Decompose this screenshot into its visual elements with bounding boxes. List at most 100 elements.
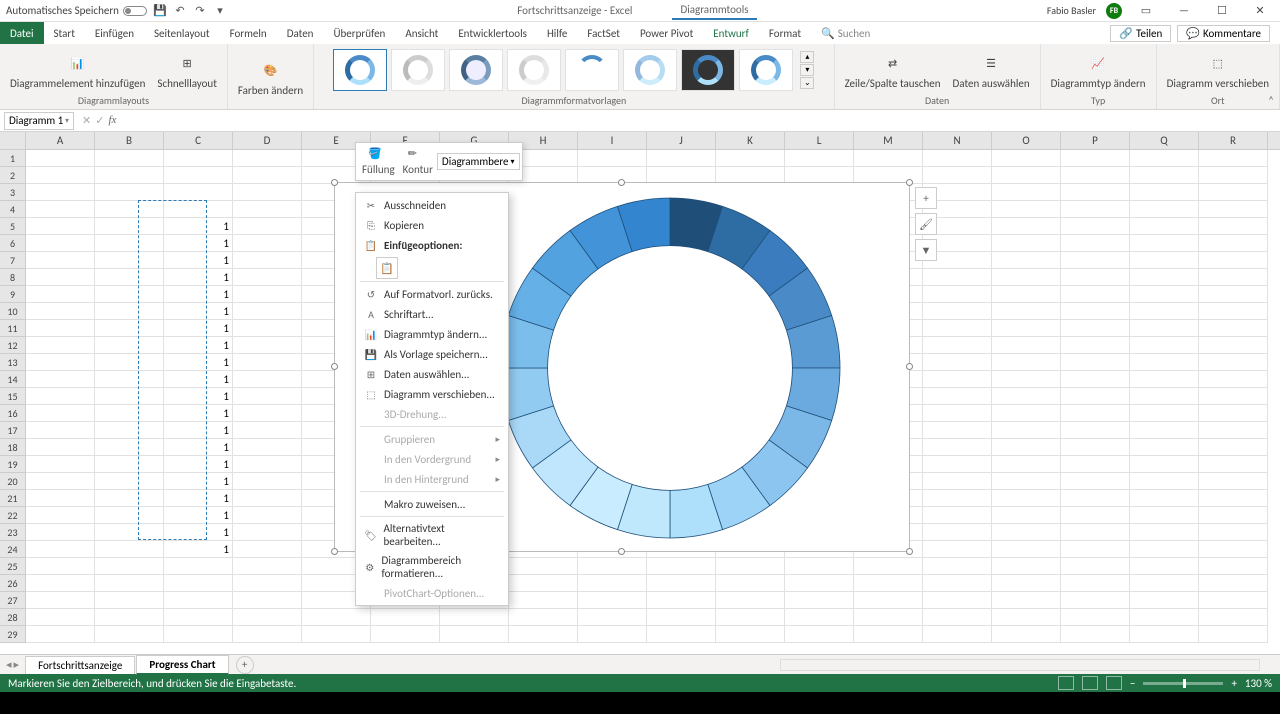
cell[interactable] <box>1199 184 1268 201</box>
row-header[interactable]: 10 <box>0 303 26 320</box>
cell[interactable] <box>233 320 302 337</box>
chart-style-8[interactable] <box>739 49 793 91</box>
cell[interactable] <box>1130 626 1199 643</box>
cell[interactable] <box>95 184 164 201</box>
move-chart-button[interactable]: ⬚Diagramm verschieben <box>1163 48 1273 91</box>
cell[interactable]: 1 <box>164 371 233 388</box>
cell[interactable] <box>1199 439 1268 456</box>
resize-handle[interactable] <box>618 179 625 186</box>
cell[interactable] <box>647 592 716 609</box>
cell[interactable] <box>923 422 992 439</box>
cell[interactable] <box>992 541 1061 558</box>
cell[interactable] <box>1061 439 1130 456</box>
cell[interactable] <box>992 269 1061 286</box>
tab-start[interactable]: Start <box>44 22 85 44</box>
cell[interactable] <box>923 575 992 592</box>
column-header[interactable]: K <box>716 132 785 149</box>
cell[interactable] <box>1061 524 1130 541</box>
cell[interactable] <box>578 592 647 609</box>
tab-format[interactable]: Format <box>759 22 811 44</box>
cell[interactable]: 1 <box>164 507 233 524</box>
cell[interactable] <box>923 558 992 575</box>
cell[interactable] <box>923 507 992 524</box>
cell[interactable] <box>1199 592 1268 609</box>
cell[interactable] <box>95 609 164 626</box>
cell[interactable] <box>26 218 95 235</box>
normal-view-button[interactable] <box>1058 676 1074 690</box>
ctx-copy[interactable]: ⎘Kopieren <box>356 215 508 235</box>
cell[interactable] <box>1199 269 1268 286</box>
cell[interactable] <box>1130 303 1199 320</box>
cell[interactable] <box>1130 507 1199 524</box>
cell[interactable] <box>992 422 1061 439</box>
cell[interactable] <box>95 303 164 320</box>
cell[interactable] <box>1061 422 1130 439</box>
chart-elements-button[interactable]: + <box>915 187 937 209</box>
cell[interactable] <box>1199 422 1268 439</box>
cell[interactable] <box>1199 235 1268 252</box>
customize-qat-icon[interactable]: ▾ <box>213 4 227 18</box>
cell[interactable] <box>992 150 1061 167</box>
cell[interactable] <box>992 524 1061 541</box>
cell[interactable] <box>233 235 302 252</box>
row-header[interactable]: 14 <box>0 371 26 388</box>
maximize-icon[interactable]: ☐ <box>1208 2 1236 20</box>
cell[interactable] <box>440 609 509 626</box>
cell[interactable] <box>1061 456 1130 473</box>
column-header[interactable]: R <box>1199 132 1268 149</box>
cell[interactable] <box>233 337 302 354</box>
cell[interactable] <box>233 507 302 524</box>
cell[interactable]: 1 <box>164 388 233 405</box>
cell[interactable] <box>95 575 164 592</box>
ctx-alt-text[interactable]: 🏷Alternativtext bearbeiten... <box>356 519 508 551</box>
cell[interactable] <box>233 456 302 473</box>
cell[interactable]: 1 <box>164 422 233 439</box>
cell[interactable] <box>854 558 923 575</box>
cell[interactable] <box>26 405 95 422</box>
cell[interactable] <box>26 473 95 490</box>
cell[interactable] <box>854 609 923 626</box>
tab-developer[interactable]: Entwicklertools <box>448 22 537 44</box>
chart-style-5[interactable] <box>565 49 619 91</box>
cell[interactable] <box>1130 439 1199 456</box>
cell[interactable] <box>1061 218 1130 235</box>
cell[interactable] <box>647 575 716 592</box>
cell[interactable] <box>923 456 992 473</box>
cell[interactable] <box>1130 252 1199 269</box>
cell[interactable] <box>1130 371 1199 388</box>
cell[interactable] <box>26 592 95 609</box>
cell[interactable] <box>164 201 233 218</box>
chart-style-3[interactable] <box>449 49 503 91</box>
row-header[interactable]: 2 <box>0 167 26 184</box>
cell[interactable] <box>95 252 164 269</box>
cell[interactable] <box>854 575 923 592</box>
cell[interactable] <box>1199 354 1268 371</box>
cell[interactable] <box>164 592 233 609</box>
cell[interactable] <box>95 235 164 252</box>
cell[interactable] <box>716 558 785 575</box>
cell[interactable] <box>233 286 302 303</box>
cell[interactable] <box>1199 201 1268 218</box>
cell[interactable] <box>1061 252 1130 269</box>
add-sheet-button[interactable]: + <box>236 656 254 674</box>
cell[interactable] <box>95 439 164 456</box>
cell[interactable]: 1 <box>164 354 233 371</box>
redo-icon[interactable]: ↷ <box>193 4 207 18</box>
cell[interactable] <box>233 269 302 286</box>
cell[interactable] <box>1130 524 1199 541</box>
cell[interactable] <box>1130 473 1199 490</box>
cell[interactable] <box>578 609 647 626</box>
cell[interactable] <box>1130 218 1199 235</box>
ctx-reset-format[interactable]: ↺Auf Formatvorl. zurücks. <box>356 284 508 304</box>
cell[interactable] <box>992 337 1061 354</box>
resize-handle[interactable] <box>618 548 625 555</box>
zoom-slider[interactable] <box>1143 682 1223 685</box>
row-header[interactable]: 24 <box>0 541 26 558</box>
row-header[interactable]: 8 <box>0 269 26 286</box>
resize-handle[interactable] <box>331 548 338 555</box>
cell[interactable] <box>923 150 992 167</box>
cell[interactable] <box>1130 490 1199 507</box>
row-header[interactable]: 17 <box>0 422 26 439</box>
cell[interactable] <box>26 524 95 541</box>
cell[interactable] <box>992 286 1061 303</box>
